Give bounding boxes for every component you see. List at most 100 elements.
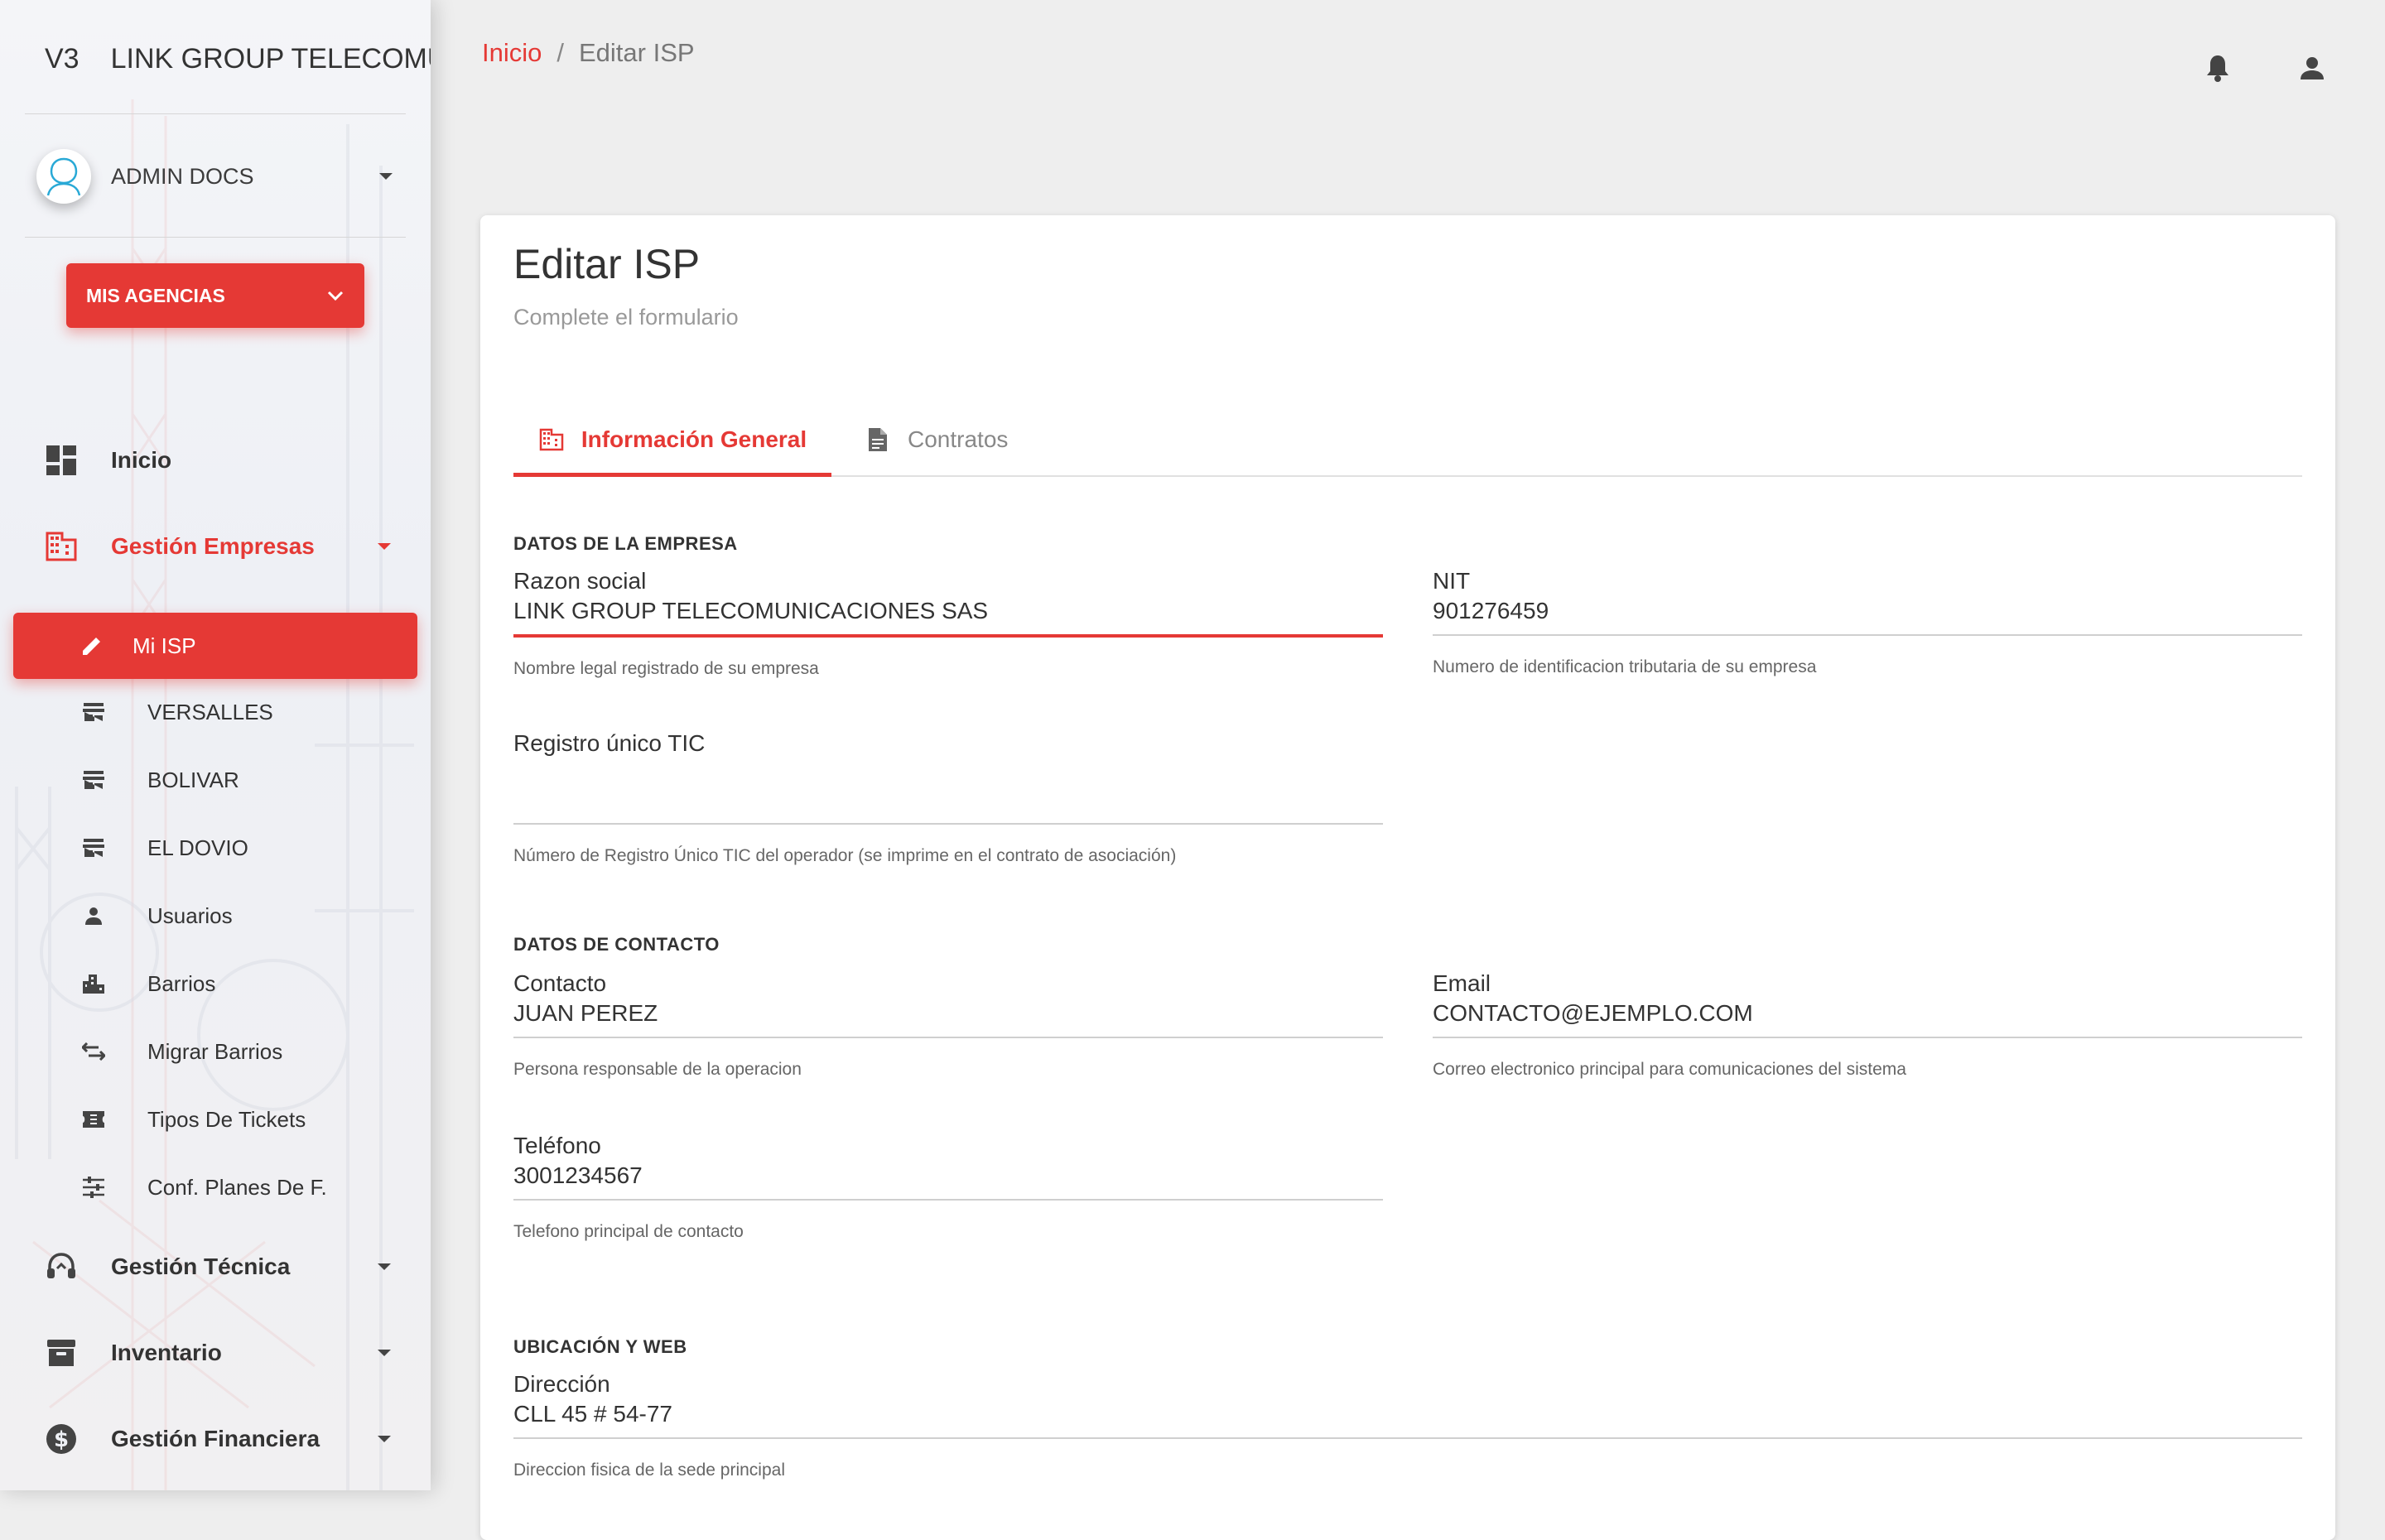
field-underline xyxy=(513,634,1383,638)
ticket-icon xyxy=(80,1105,108,1133)
brand[interactable]: V3 LINK GROUP TELECOMU xyxy=(45,38,431,79)
nav-gestion-financiera-label: Gestión Financiera xyxy=(111,1426,320,1451)
nav-inicio[interactable]: Inicio xyxy=(43,436,391,485)
nav-gestion-financiera[interactable]: $ Gestión Financiera xyxy=(43,1414,391,1464)
person-icon xyxy=(2301,57,2324,79)
direccion-input[interactable] xyxy=(513,1399,2302,1429)
subnav-mi-isp-label: Mi ISP xyxy=(132,633,196,658)
tab-label: Contratos xyxy=(908,426,1009,452)
person-icon xyxy=(80,902,108,930)
email-input[interactable] xyxy=(1433,999,2302,1028)
user-menu[interactable]: ADMIN DOCS xyxy=(36,149,393,204)
subnav-barrios[interactable]: Barrios xyxy=(80,963,411,1004)
chevron-down-icon[interactable] xyxy=(379,173,393,180)
subnav-item-label: Migrar Barrios xyxy=(147,1038,283,1064)
chevron-down-icon xyxy=(378,1436,391,1442)
document-icon xyxy=(865,426,891,453)
field-underline xyxy=(1433,1037,2302,1038)
nit-field: NIT Numero de identificacion tributaria … xyxy=(1433,566,2302,677)
field-label: Dirección xyxy=(513,1371,610,1397)
subnav-conf-planes[interactable]: Conf. Planes De F. xyxy=(80,1167,411,1208)
headset-icon xyxy=(43,1249,80,1285)
swap-arrows-icon xyxy=(80,1037,108,1066)
subnav-tipos-de-tickets[interactable]: Tipos De Tickets xyxy=(80,1099,411,1140)
page-subtitle: Complete el formulario xyxy=(513,305,739,330)
bell-icon xyxy=(2207,55,2228,82)
nav-gestion-empresas-label: Gestión Empresas xyxy=(111,533,315,559)
field-label: Razon social xyxy=(513,568,647,594)
field-label: Email xyxy=(1433,970,1491,996)
field-help: Direccion fisica de la sede principal xyxy=(513,1461,785,1480)
field-help: Número de Registro Único TIC del operado… xyxy=(513,846,1177,865)
page-title: Editar ISP xyxy=(513,241,701,287)
registro-tic-field: Registro único TIC Número de Registro Ún… xyxy=(513,729,1383,866)
notifications-button[interactable] xyxy=(2201,51,2234,84)
field-help: Nombre legal registrado de su empresa xyxy=(513,659,819,678)
user-avatar-icon xyxy=(46,157,81,196)
archive-box-icon xyxy=(43,1335,80,1371)
tab-label: Información General xyxy=(581,426,807,452)
contacto-field: Contacto Persona responsable de la opera… xyxy=(513,969,1383,1080)
building-icon xyxy=(538,426,565,453)
breadcrumb: Inicio / Editar ISP xyxy=(482,38,695,68)
city-icon xyxy=(80,970,108,998)
section-heading-ubicacion: UBICACIÓN Y WEB xyxy=(513,1336,687,1357)
chevron-down-icon xyxy=(378,1263,391,1270)
subnav-mi-isp[interactable]: Mi ISP xyxy=(13,613,417,679)
nav-gestion-empresas[interactable]: Gestión Empresas xyxy=(43,522,391,571)
chevron-down-icon xyxy=(378,543,391,550)
divider xyxy=(25,113,406,114)
nit-input[interactable] xyxy=(1433,596,2302,626)
razon-social-input[interactable] xyxy=(513,596,1383,626)
field-label: NIT xyxy=(1433,568,1471,594)
subnav-item-label: VERSALLES xyxy=(147,699,273,724)
nav-inicio-label: Inicio xyxy=(111,447,172,473)
subnav-versalles[interactable]: VERSALLES xyxy=(80,691,411,733)
subnav-item-label: Usuarios xyxy=(147,902,233,928)
avatar xyxy=(36,149,91,204)
app-version: V3 xyxy=(45,42,80,75)
registro-tic-input[interactable] xyxy=(513,785,1383,815)
profile-button[interactable] xyxy=(2296,51,2329,84)
building-icon xyxy=(43,528,80,565)
breadcrumb-home-link[interactable]: Inicio xyxy=(482,38,542,68)
store-icon xyxy=(80,698,108,726)
mis-agencias-label: MIS AGENCIAS xyxy=(86,284,225,306)
user-name: ADMIN DOCS xyxy=(111,163,254,189)
field-label: Teléfono xyxy=(513,1133,601,1158)
field-label: Registro único TIC xyxy=(513,730,706,756)
app-name: LINK GROUP TELECOMU xyxy=(110,42,431,75)
field-underline xyxy=(1433,634,2302,636)
nav-gestion-tecnica-label: Gestión Técnica xyxy=(111,1254,291,1279)
tab-contratos[interactable]: Contratos xyxy=(865,404,1008,475)
edit-isp-card: Editar ISP Complete el formulario Inform… xyxy=(480,215,2335,1540)
tab-informacion-general[interactable]: Información General xyxy=(513,404,831,477)
subnav-usuarios[interactable]: Usuarios xyxy=(80,895,411,936)
subnav-item-label: Tipos De Tickets xyxy=(147,1106,306,1132)
chevron-down-icon xyxy=(327,291,344,301)
field-underline xyxy=(513,1037,1383,1038)
nav-gestion-tecnica[interactable]: Gestión Técnica xyxy=(43,1242,391,1292)
subnav-migrar-barrios[interactable]: Migrar Barrios xyxy=(80,1031,411,1072)
breadcrumb-current: Editar ISP xyxy=(579,38,695,67)
subnav-item-label: EL DOVIO xyxy=(147,835,248,860)
mis-agencias-button[interactable]: MIS AGENCIAS xyxy=(66,263,364,328)
subnav-el-dovio[interactable]: EL DOVIO xyxy=(80,827,411,869)
subnav-item-label: Barrios xyxy=(147,970,216,996)
field-help: Persona responsable de la operacion xyxy=(513,1060,802,1079)
nav-inventario[interactable]: Inventario xyxy=(43,1328,391,1378)
field-help: Numero de identificacion tributaria de s… xyxy=(1433,657,1817,676)
nav-inventario-label: Inventario xyxy=(111,1340,222,1365)
sidebar: V3 LINK GROUP TELECOMU ADMIN DOCS MIS AG… xyxy=(0,0,431,1490)
field-underline xyxy=(513,823,1383,825)
contacto-input[interactable] xyxy=(513,999,1383,1028)
razon-social-field: Razon social Nombre legal registrado de … xyxy=(513,566,1383,679)
section-heading-contacto: DATOS DE CONTACTO xyxy=(513,934,720,955)
field-help: Telefono principal de contacto xyxy=(513,1222,744,1241)
store-icon xyxy=(80,766,108,794)
subnav-bolivar[interactable]: BOLIVAR xyxy=(80,759,411,801)
subnav-item-label: BOLIVAR xyxy=(147,767,239,792)
dollar-circle-icon: $ xyxy=(43,1421,80,1457)
pencil-icon xyxy=(78,632,106,660)
telefono-input[interactable] xyxy=(513,1161,1383,1191)
